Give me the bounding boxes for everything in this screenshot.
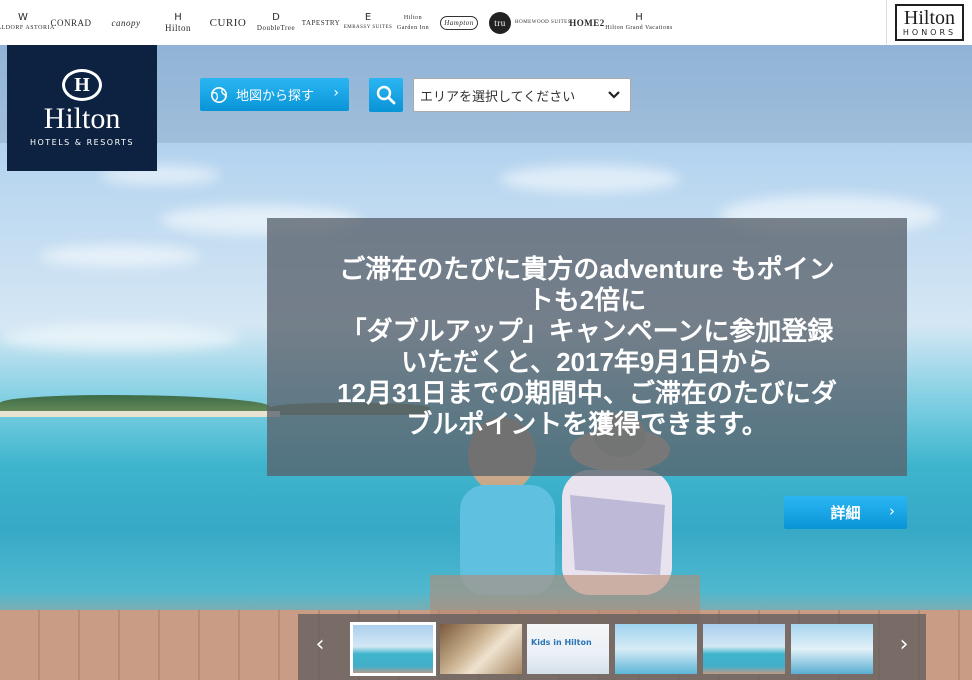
brand-label: TAPESTRY: [301, 18, 341, 27]
brand-label: Hilton: [164, 23, 191, 33]
brand-hilton-garden-inn[interactable]: Hilton Garden Inn: [393, 0, 433, 45]
area-select-value: エリアを選択してください: [420, 89, 576, 105]
brand-hilton-grand-vacations[interactable]: H Hilton Grand Vacations: [605, 0, 672, 45]
brand-waldorf-astoria[interactable]: W WALDORF ASTORIA: [0, 0, 54, 45]
brand-curio[interactable]: CURIO: [206, 0, 250, 45]
carousel-prev-button[interactable]: ‹: [310, 632, 330, 657]
carousel-thumb[interactable]: [615, 624, 697, 674]
brand-label: HOMEWOOD SUITES: [515, 19, 571, 25]
brand-label: DoubleTree: [256, 24, 296, 32]
carousel-thumb[interactable]: [791, 624, 873, 674]
brand-label: EMBASSY SUITES: [343, 25, 393, 30]
logo-wordmark: Hilton: [43, 102, 121, 135]
search-by-map-button[interactable]: 地図から探す ›: [200, 78, 349, 111]
brand-label: HOME2: [569, 17, 605, 28]
hilton-hotels-logo[interactable]: H Hilton HOTELS & RESORTS: [7, 45, 157, 171]
honors-subtitle: HONORS: [902, 28, 957, 37]
thumb-label: Kids in Hilton: [531, 638, 592, 647]
brand-label: canopy: [111, 17, 141, 28]
brand-label: CURIO: [209, 16, 247, 29]
brand-canopy[interactable]: canopy: [103, 0, 149, 45]
logo-subtitle: HOTELS & RESORTS: [29, 138, 135, 147]
carousel-thumb[interactable]: [350, 622, 436, 676]
hilton-emblem-icon: H: [62, 69, 102, 101]
brand-homewood-suites[interactable]: HOMEWOOD SUITES: [515, 0, 570, 45]
brand-mark: H: [635, 12, 643, 23]
brand-conrad[interactable]: CONRAD: [48, 0, 94, 45]
search-by-map-label: 地図から探す: [236, 89, 315, 104]
hilton-honors-link[interactable]: Hilton HONORS: [886, 0, 972, 45]
brand-bar: W WALDORF ASTORIA CONRAD canopy H Hilton…: [0, 0, 972, 45]
search-icon: [376, 85, 396, 105]
area-select[interactable]: エリアを選択してください: [413, 78, 631, 112]
brand-tapestry[interactable]: TAPESTRY: [300, 0, 342, 45]
search-button[interactable]: [369, 78, 403, 112]
brand-mark: W: [18, 12, 28, 23]
brand-label: tru: [489, 11, 511, 34]
chevron-down-icon: [608, 91, 620, 99]
honors-title: Hilton: [903, 7, 956, 29]
brand-label: Hilton Grand Vacations: [605, 25, 673, 31]
brand-mark: E: [364, 12, 372, 23]
chevron-right-icon: ›: [889, 502, 895, 520]
brand-hilton[interactable]: H Hilton: [158, 0, 198, 45]
brand-embassy-suites[interactable]: E EMBASSY SUITES: [344, 0, 392, 45]
brand-label: CONRAD: [50, 17, 92, 28]
brand-home2[interactable]: HOME2: [569, 0, 605, 45]
honors-logo: Hilton HONORS: [894, 4, 965, 41]
chevron-right-icon: ›: [333, 85, 339, 101]
detail-label: 詳細: [830, 504, 861, 522]
detail-button[interactable]: 詳細 ›: [784, 496, 907, 529]
brand-tru[interactable]: tru: [487, 0, 513, 45]
brand-mark: H: [174, 12, 182, 23]
brand-hampton[interactable]: Hampton: [440, 0, 478, 45]
promo-message-panel: ご滞在のたびに貴方のadventure もポイン トも2倍に 「ダブルアップ」キ…: [267, 218, 907, 476]
brand-label: WALDORF ASTORIA: [0, 25, 55, 31]
carousel-next-button[interactable]: ›: [894, 632, 914, 657]
brand-doubletree[interactable]: D DoubleTree: [256, 0, 296, 45]
globe-pin-icon: [210, 86, 228, 103]
brand-label: Hampton: [440, 15, 478, 30]
carousel-thumb[interactable]: Kids in Hilton: [527, 624, 609, 674]
brand-mark: D: [272, 12, 280, 23]
brand-label: Hilton Garden Inn: [396, 14, 430, 31]
carousel-thumb[interactable]: [703, 624, 785, 674]
carousel-thumb[interactable]: [440, 624, 522, 674]
promo-message: ご滞在のたびに貴方のadventure もポイン トも2倍に 「ダブルアップ」キ…: [337, 254, 837, 439]
slide-carousel: ‹ Kids in Hilton ›: [298, 614, 926, 680]
